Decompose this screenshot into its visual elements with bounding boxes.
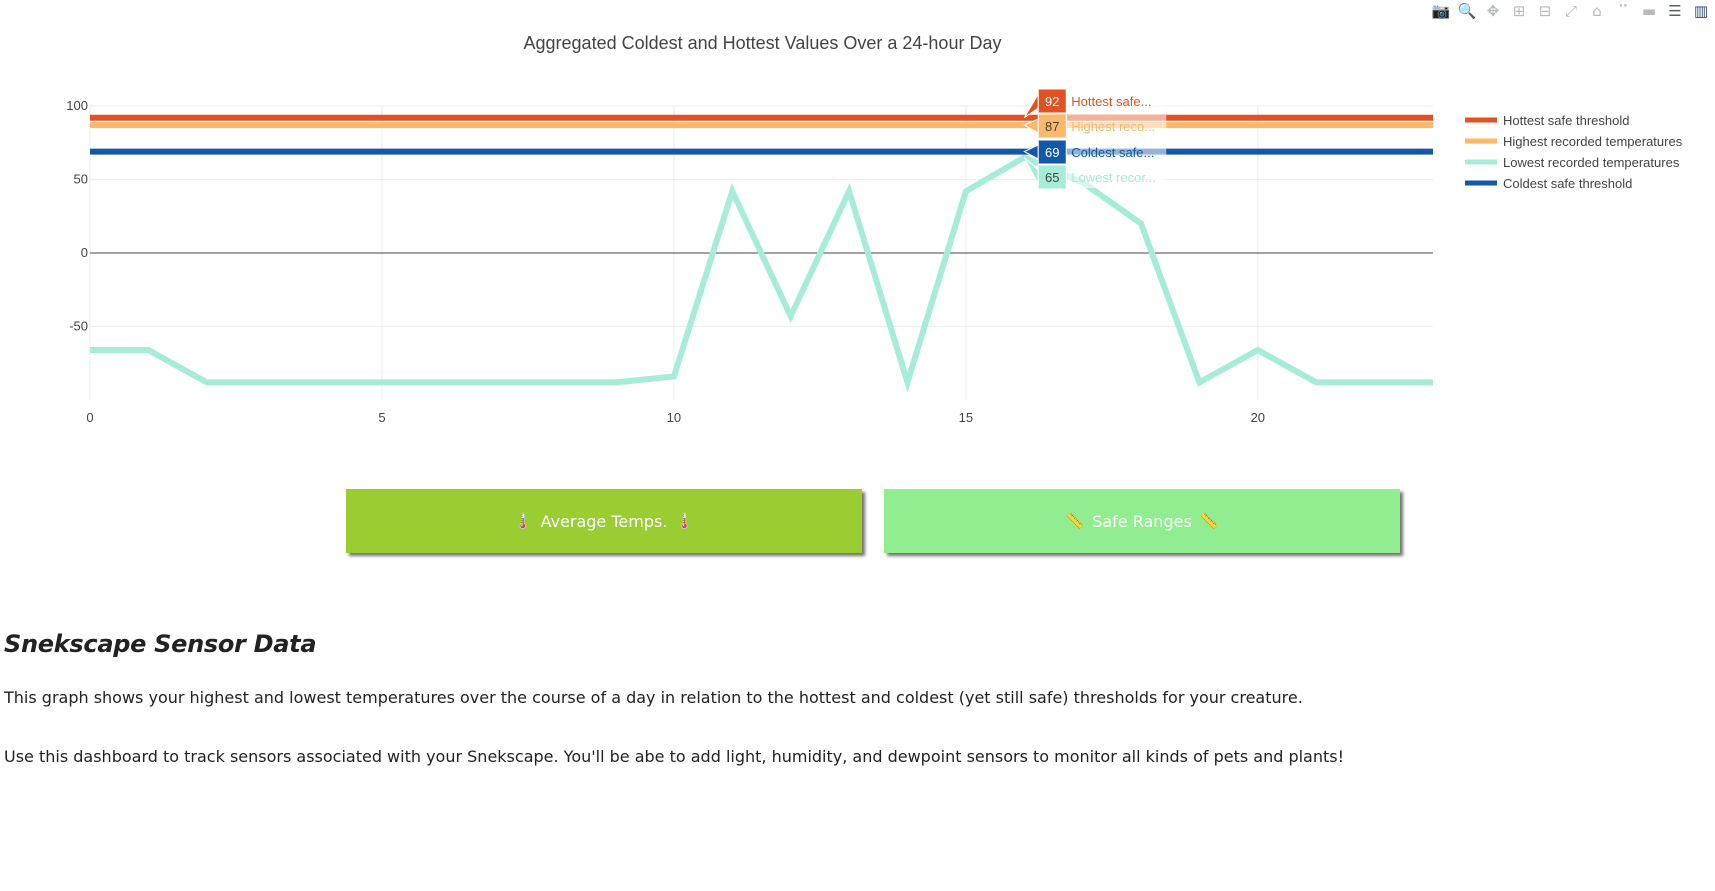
series-line-2 [90,154,1433,393]
hover-value: 92 [1045,94,1059,109]
description-section: Snekscape Sensor Data This graph shows y… [4,630,1704,806]
x-tick-label: 20 [1251,410,1265,425]
safe-ranges-label: Safe Ranges [1092,511,1192,531]
section-heading: Snekscape Sensor Data [4,630,317,658]
thermometer-icon: 🌡️ [513,512,533,530]
x-tick-label: 0 [86,410,93,425]
legend-entry: Highest recorded temperatures [1503,134,1683,149]
hover-pointer [1023,118,1039,134]
description-paragraph-1: This graph shows your highest and lowest… [4,688,1303,707]
thermometer-icon: 🌡️ [675,512,695,530]
x-tick-label: 10 [667,410,681,425]
chart-title: Aggregated Coldest and Hottest Values Ov… [524,33,1002,53]
y-tick-label: -50 [69,319,88,334]
x-tick-label: 5 [378,410,385,425]
hover-series-name: Lowest recor... [1071,170,1156,185]
ruler-icon: 📏 [1065,512,1085,530]
safe-ranges-button[interactable]: 📏 Safe Ranges 📏 [884,489,1400,553]
temperature-chart: Aggregated Coldest and Hottest Values Ov… [66,33,1683,425]
hover-value: 69 [1045,145,1059,160]
y-tick-label: 100 [66,98,88,113]
hover-series-name: Hottest safe... [1071,94,1151,109]
x-tick-label: 15 [959,410,973,425]
legend-entry: Lowest recorded temperatures [1503,155,1680,170]
hover-series-name: Highest reco... [1071,119,1155,134]
button-row: 🌡️ Average Temps. 🌡️ 📏 Safe Ranges 📏 [346,489,1400,553]
hover-value: 65 [1045,170,1059,185]
average-temps-button[interactable]: 🌡️ Average Temps. 🌡️ [346,489,862,553]
ruler-icon: 📏 [1199,512,1219,530]
y-tick-label: 0 [81,245,88,260]
average-temps-label: Average Temps. [540,511,668,531]
hover-value: 87 [1045,119,1059,134]
y-tick-label: 50 [74,172,88,187]
description-paragraph-2: Use this dashboard to track sensors asso… [4,747,1345,766]
hover-series-name: Coldest safe... [1071,145,1154,160]
legend-entry: Hottest safe threshold [1503,113,1629,128]
legend-entry: Coldest safe threshold [1503,176,1632,191]
